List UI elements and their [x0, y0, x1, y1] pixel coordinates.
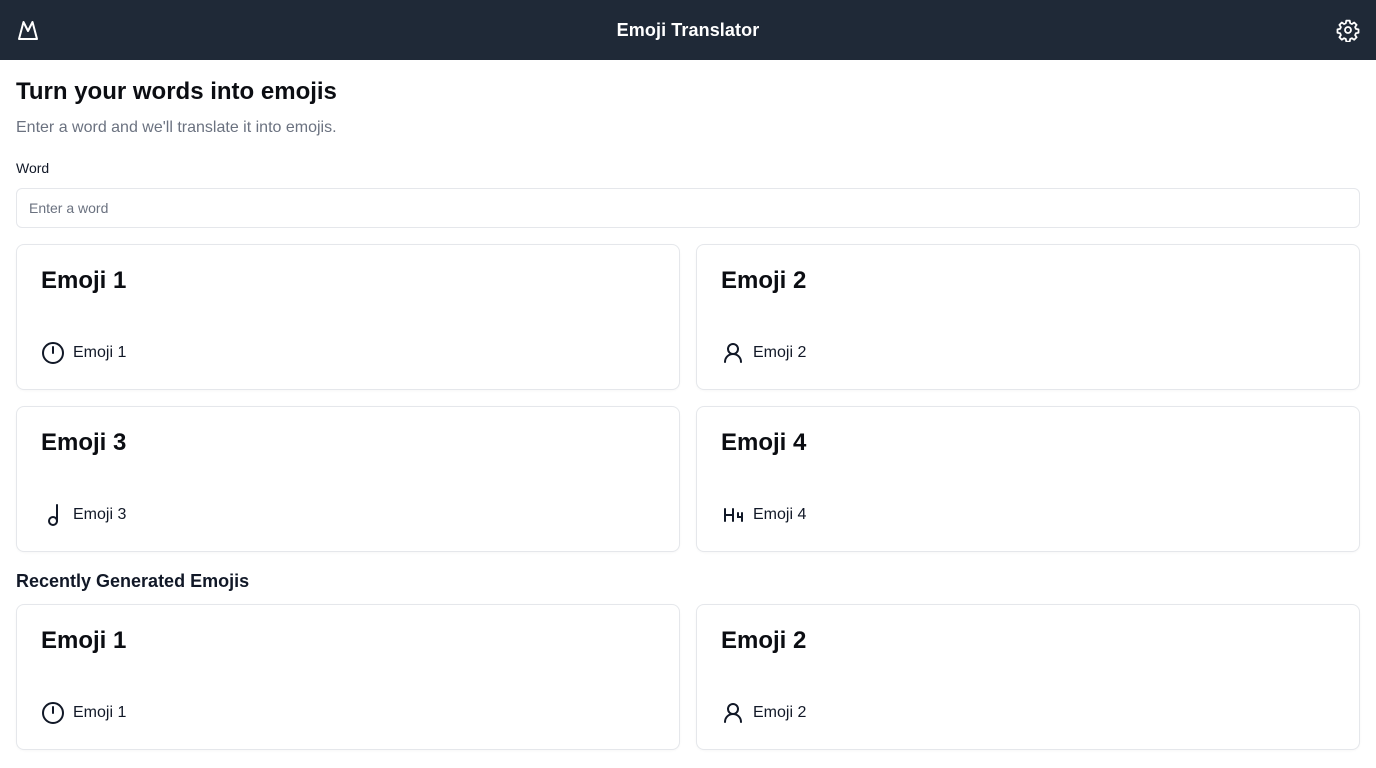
card-title: Emoji 2 — [721, 267, 807, 294]
card-title: Emoji 1 — [41, 627, 127, 654]
results-grid: Emoji 1 Emoji 1 Emoji 2 Emoji 2 Emoji 3 … — [16, 244, 1360, 552]
card-row: Emoji 1 — [41, 701, 126, 725]
card-label: Emoji 1 — [73, 344, 127, 361]
card-title: Emoji 2 — [721, 627, 807, 654]
card-title: Emoji 3 — [41, 429, 127, 456]
card-label: Emoji 2 — [753, 704, 807, 721]
heading-4-icon — [721, 503, 745, 527]
card-title: Emoji 1 — [41, 267, 127, 294]
word-field-label: Word — [16, 160, 50, 176]
music-note-icon — [41, 503, 65, 527]
card-label: Emoji 2 — [753, 344, 807, 361]
emoji-card-1: Emoji 1 Emoji 1 — [16, 244, 680, 390]
card-row: Emoji 4 — [721, 503, 806, 527]
card-row: Emoji 2 — [721, 341, 806, 365]
card-label: Emoji 4 — [753, 506, 807, 523]
user-icon — [721, 701, 745, 725]
recent-card-1: Emoji 1 Emoji 1 — [16, 604, 680, 750]
mountain-logo-icon[interactable] — [16, 18, 40, 42]
app-title: Emoji Translator — [616, 19, 760, 40]
card-title: Emoji 4 — [721, 429, 807, 456]
emoji-card-4: Emoji 4 Emoji 4 — [696, 406, 1360, 552]
recent-card-2: Emoji 2 Emoji 2 — [696, 604, 1360, 750]
card-row: Emoji 1 — [41, 341, 126, 365]
card-row: Emoji 3 — [41, 503, 126, 527]
word-input[interactable] — [16, 188, 1360, 228]
emoji-card-2: Emoji 2 Emoji 2 — [696, 244, 1360, 390]
page-title: Turn your words into emojis — [16, 78, 337, 105]
timer-icon — [41, 701, 65, 725]
card-label: Emoji 1 — [73, 704, 127, 721]
top-bar: Emoji Translator — [0, 0, 1376, 60]
card-label: Emoji 3 — [73, 506, 127, 523]
user-icon — [721, 341, 745, 365]
recent-grid: Emoji 1 Emoji 1 Emoji 2 Emoji 2 — [16, 604, 1360, 750]
timer-icon — [41, 341, 65, 365]
page-subtitle: Enter a word and we'll translate it into… — [16, 119, 337, 136]
card-row: Emoji 2 — [721, 701, 806, 725]
recent-section-title: Recently Generated Emojis — [16, 571, 250, 591]
emoji-card-3: Emoji 3 Emoji 3 — [16, 406, 680, 552]
gear-icon[interactable] — [1336, 18, 1360, 43]
